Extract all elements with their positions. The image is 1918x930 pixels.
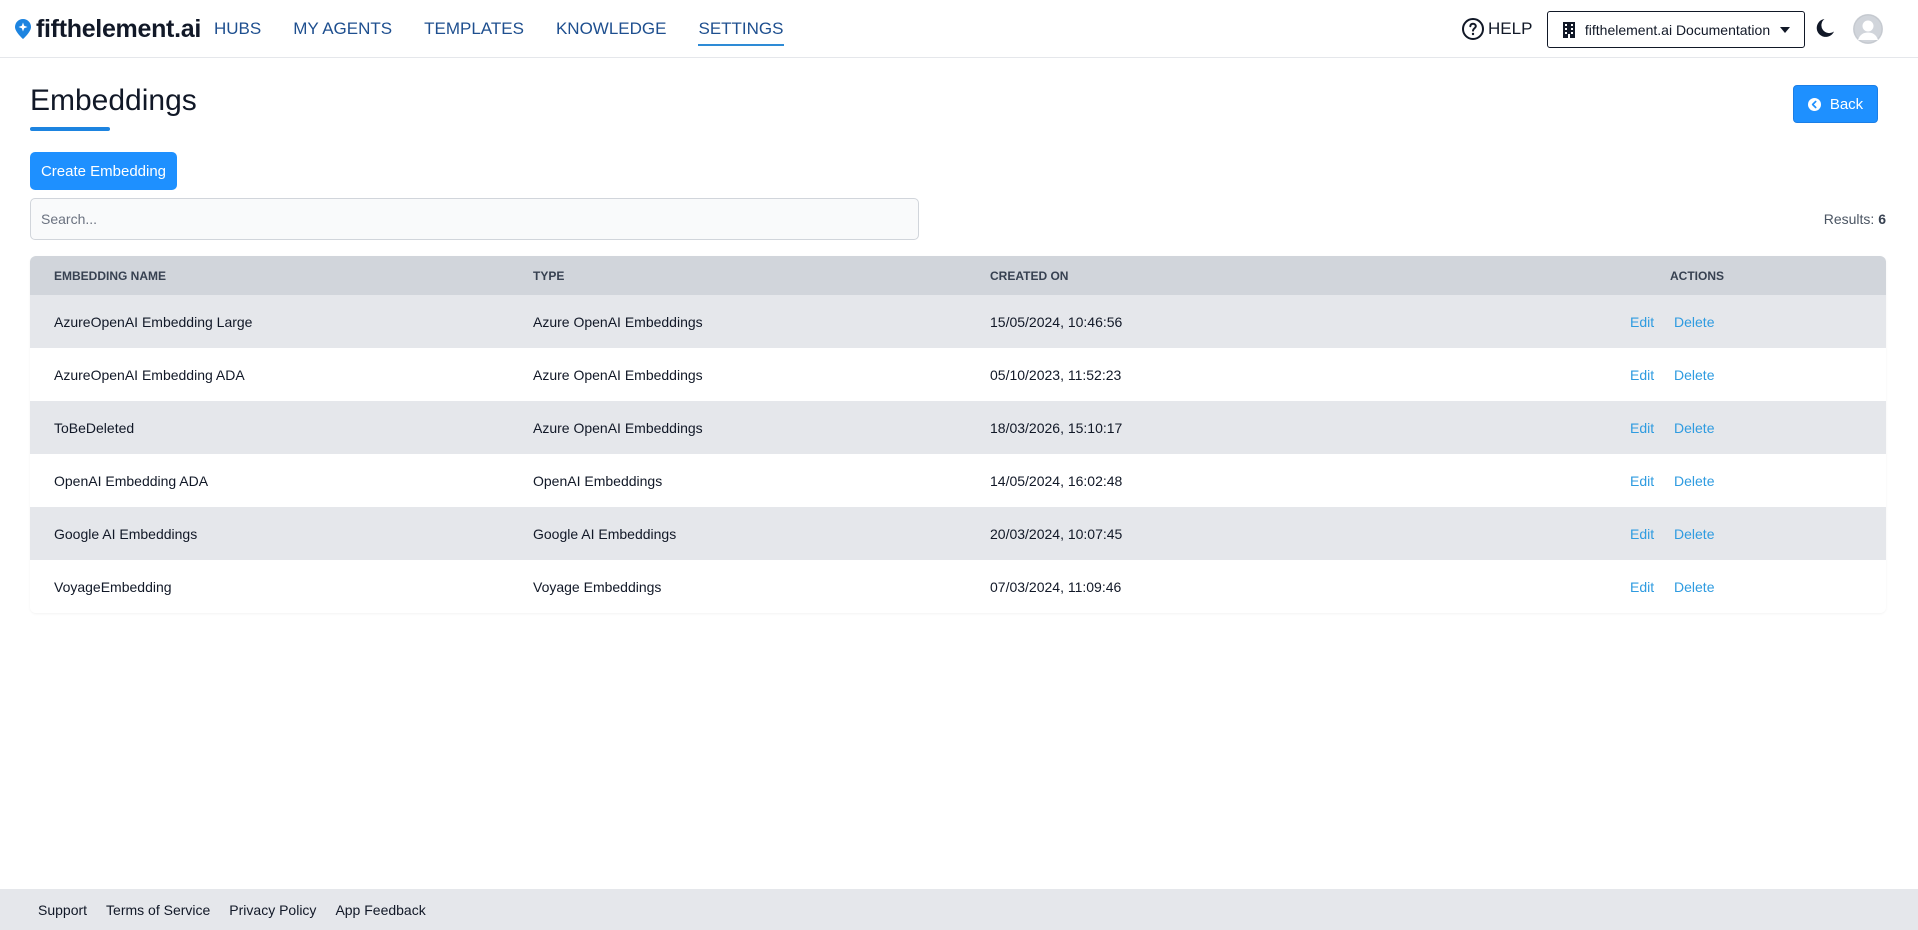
title-underline [30,127,110,131]
question-circle-icon [1462,18,1484,40]
arrow-left-circle-icon [1807,97,1821,111]
cell-created-on: 18/03/2026, 15:10:17 [990,419,1123,436]
help-button[interactable]: HELP [1461,17,1532,41]
footer-link-feedback[interactable]: App Feedback [335,902,425,918]
cell-actions: Edit Delete [1490,473,1886,489]
cell-type: Azure OpenAI Embeddings [533,419,703,436]
search-input[interactable] [30,198,919,240]
cell-type: Azure OpenAI Embeddings [533,313,703,330]
header-type: TYPE [533,268,565,283]
hub-selector[interactable]: fifthelement.ai Documentation [1547,11,1805,48]
cell-created-on: 15/05/2024, 10:46:56 [990,313,1123,330]
cell-embedding-name: AzureOpenAI Embedding Large [54,313,253,330]
delete-link[interactable]: Delete [1674,314,1714,330]
footer: Support Terms of Service Privacy Policy … [0,889,1918,930]
header-created-on: CREATED ON [990,268,1069,283]
page-title: Embeddings [30,84,197,117]
cell-actions: Edit Delete [1490,367,1886,383]
cell-actions: Edit Delete [1490,579,1886,595]
dark-mode-moon-icon[interactable] [1814,16,1838,40]
nav-templates[interactable]: TEMPLATES [424,19,524,46]
results-count: Results: 6 [1824,211,1886,227]
nav-my-agents[interactable]: MY AGENTS [293,19,392,46]
fifthelement-logo-icon [15,19,31,39]
header-embedding-name: EMBEDDING NAME [54,268,167,283]
header-actions: ACTIONS [1670,268,1724,283]
cell-embedding-name: OpenAI Embedding ADA [54,472,209,489]
edit-link[interactable]: Edit [1630,314,1654,330]
delete-link[interactable]: Delete [1674,526,1714,542]
results-label: Results: [1823,211,1875,227]
cell-embedding-name: ToBeDeleted [54,419,135,436]
cell-actions: Edit Delete [1490,526,1886,542]
create-embedding-button[interactable]: Create Embedding [30,152,177,190]
cell-type: OpenAI Embeddings [533,472,663,489]
table-row: AzureOpenAI Embedding ADA Azure OpenAI E… [30,348,1886,401]
user-avatar[interactable] [1853,14,1883,44]
help-label: HELP [1488,19,1533,38]
hub-selector-label: fifthelement.ai Documentation [1584,21,1771,38]
edit-link[interactable]: Edit [1630,367,1654,383]
main-nav: HUBS MY AGENTS TEMPLATES KNOWLEDGE SETTI… [214,19,816,46]
nav-knowledge[interactable]: KNOWLEDGE [556,19,667,46]
cell-created-on: 05/10/2023, 11:52:23 [990,366,1122,383]
cell-type: Google AI Embeddings [533,525,677,542]
top-navbar: fifthelement.ai HUBS MY AGENTS TEMPLATES… [0,0,1918,58]
cell-type: Azure OpenAI Embeddings [533,366,703,383]
footer-link-support[interactable]: Support [38,902,87,918]
table-row: AzureOpenAI Embedding Large Azure OpenAI… [30,295,1886,348]
cell-embedding-name: Google AI Embeddings [54,525,198,542]
cell-created-on: 07/03/2024, 11:09:46 [990,578,1122,595]
cell-type: Voyage Embeddings [533,578,662,595]
edit-link[interactable]: Edit [1630,473,1654,489]
edit-link[interactable]: Edit [1630,579,1654,595]
footer-link-terms[interactable]: Terms of Service [106,902,210,918]
delete-link[interactable]: Delete [1674,579,1714,595]
cell-created-on: 20/03/2024, 10:07:45 [990,525,1123,542]
nav-hubs[interactable]: HUBS [214,19,261,46]
table-row: Google AI Embeddings Google AI Embedding… [30,507,1886,560]
back-button-label: Back [1829,95,1864,113]
building-icon [1562,21,1575,38]
back-button[interactable]: Back [1793,85,1878,123]
caret-down-icon [1780,26,1791,33]
table-row: OpenAI Embedding ADA OpenAI Embeddings 1… [30,454,1886,507]
cell-embedding-name: AzureOpenAI Embedding ADA [54,366,245,383]
table-row: ToBeDeleted Azure OpenAI Embeddings 18/0… [30,401,1886,454]
cell-embedding-name: VoyageEmbedding [54,578,172,595]
user-silhouette-icon [1853,14,1883,44]
table-row: VoyageEmbedding Voyage Embeddings 07/03/… [30,560,1886,613]
delete-link[interactable]: Delete [1674,420,1714,436]
footer-link-privacy[interactable]: Privacy Policy [229,902,316,918]
delete-link[interactable]: Delete [1674,367,1714,383]
delete-link[interactable]: Delete [1674,473,1714,489]
nav-settings[interactable]: SETTINGS [698,19,784,46]
brand-name: fifthelement.ai [36,14,201,43]
embeddings-table: EMBEDDING NAME TYPE CREATED ON ACTIONS A… [30,256,1886,613]
cell-actions: Edit Delete [1490,314,1886,330]
cell-created-on: 14/05/2024, 16:02:48 [990,472,1123,489]
table-header: EMBEDDING NAME TYPE CREATED ON ACTIONS [30,256,1886,295]
brand-logo[interactable]: fifthelement.ai [14,14,201,43]
edit-link[interactable]: Edit [1630,526,1654,542]
edit-link[interactable]: Edit [1630,420,1654,436]
results-number: 6 [1878,211,1886,227]
cell-actions: Edit Delete [1490,420,1886,436]
